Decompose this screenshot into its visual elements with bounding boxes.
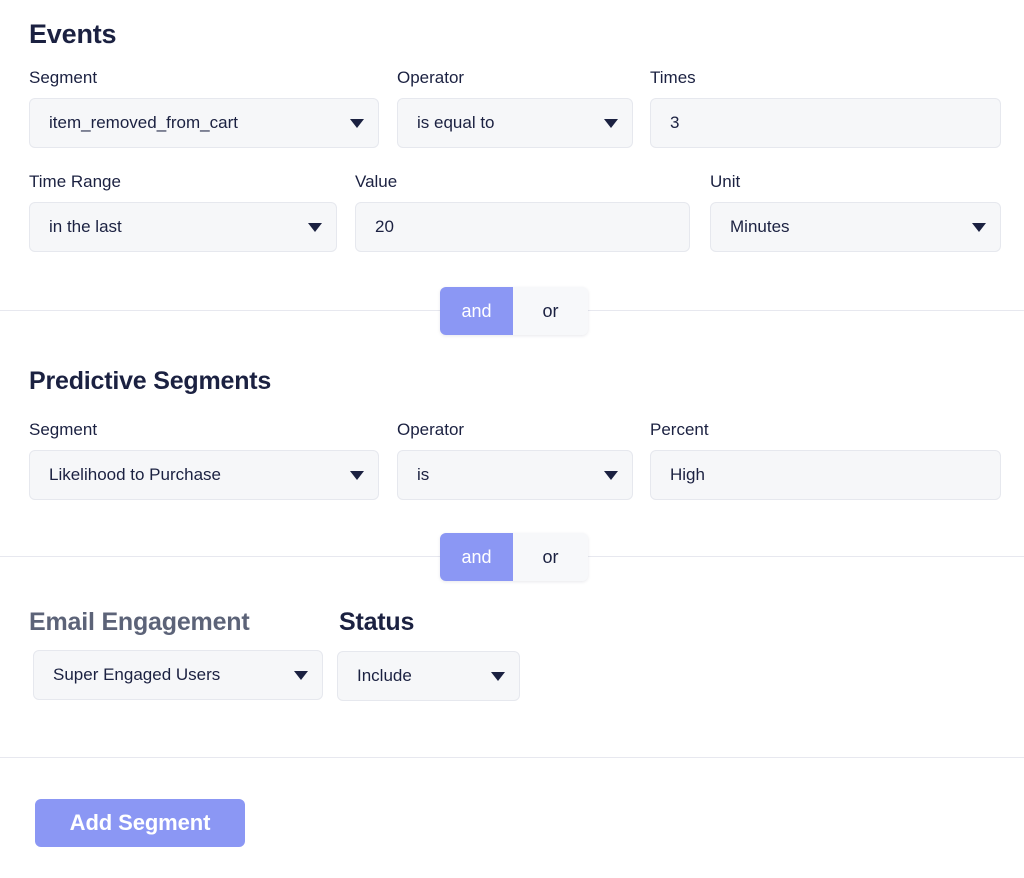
predictive-percent-input[interactable]: High bbox=[650, 450, 1001, 500]
events-unit-select[interactable]: Minutes bbox=[710, 202, 1001, 252]
email-engagement-section-title: Email Engagement bbox=[29, 608, 249, 637]
connector-1-and-option[interactable]: and bbox=[440, 287, 513, 335]
events-value-text: 20 bbox=[375, 217, 675, 237]
add-segment-button[interactable]: Add Segment bbox=[35, 799, 245, 847]
connector-toggle-2[interactable]: and or bbox=[440, 533, 588, 581]
chevron-down-icon bbox=[350, 471, 364, 480]
events-segment-select[interactable]: item_removed_from_cart bbox=[29, 98, 379, 148]
events-times-input[interactable]: 3 bbox=[650, 98, 1001, 148]
predictive-segment-value: Likelihood to Purchase bbox=[49, 465, 340, 485]
events-value-label: Value bbox=[355, 172, 397, 192]
events-operator-value: is equal to bbox=[417, 113, 594, 133]
predictive-segment-label: Segment bbox=[29, 420, 97, 440]
events-operator-label: Operator bbox=[397, 68, 464, 88]
chevron-down-icon bbox=[972, 223, 986, 232]
events-section-title: Events bbox=[29, 19, 116, 50]
predictive-operator-value: is bbox=[417, 465, 594, 485]
events-times-label: Times bbox=[650, 68, 696, 88]
status-mode-value: Include bbox=[357, 666, 481, 686]
chevron-down-icon bbox=[294, 671, 308, 680]
connector-1-or-option[interactable]: or bbox=[513, 287, 588, 335]
status-mode-select[interactable]: Include bbox=[337, 651, 520, 701]
events-operator-select[interactable]: is equal to bbox=[397, 98, 633, 148]
events-times-value: 3 bbox=[670, 113, 986, 133]
connector-2-or-option[interactable]: or bbox=[513, 533, 588, 581]
chevron-down-icon bbox=[604, 119, 618, 128]
events-unit-label: Unit bbox=[710, 172, 740, 192]
events-unit-value: Minutes bbox=[730, 217, 962, 237]
events-time-range-label: Time Range bbox=[29, 172, 121, 192]
predictive-segment-select[interactable]: Likelihood to Purchase bbox=[29, 450, 379, 500]
events-value-input[interactable]: 20 bbox=[355, 202, 690, 252]
chevron-down-icon bbox=[604, 471, 618, 480]
events-time-range-select[interactable]: in the last bbox=[29, 202, 337, 252]
segment-builder: Events Segment item_removed_from_cart Op… bbox=[0, 0, 1024, 878]
divider-above-footer bbox=[0, 757, 1024, 758]
connector-toggle-1[interactable]: and or bbox=[440, 287, 588, 335]
chevron-down-icon bbox=[491, 672, 505, 681]
predictive-percent-value: High bbox=[670, 465, 986, 485]
connector-2-and-option[interactable]: and bbox=[440, 533, 513, 581]
predictive-percent-label: Percent bbox=[650, 420, 709, 440]
chevron-down-icon bbox=[350, 119, 364, 128]
predictive-segments-section-title: Predictive Segments bbox=[29, 367, 271, 396]
email-engagement-audience-value: Super Engaged Users bbox=[53, 665, 284, 685]
events-time-range-value: in the last bbox=[49, 217, 298, 237]
predictive-operator-select[interactable]: is bbox=[397, 450, 633, 500]
chevron-down-icon bbox=[308, 223, 322, 232]
events-segment-label: Segment bbox=[29, 68, 97, 88]
email-engagement-audience-select[interactable]: Super Engaged Users bbox=[33, 650, 323, 700]
events-segment-value: item_removed_from_cart bbox=[49, 113, 340, 133]
predictive-operator-label: Operator bbox=[397, 420, 464, 440]
status-section-title: Status bbox=[339, 608, 414, 637]
